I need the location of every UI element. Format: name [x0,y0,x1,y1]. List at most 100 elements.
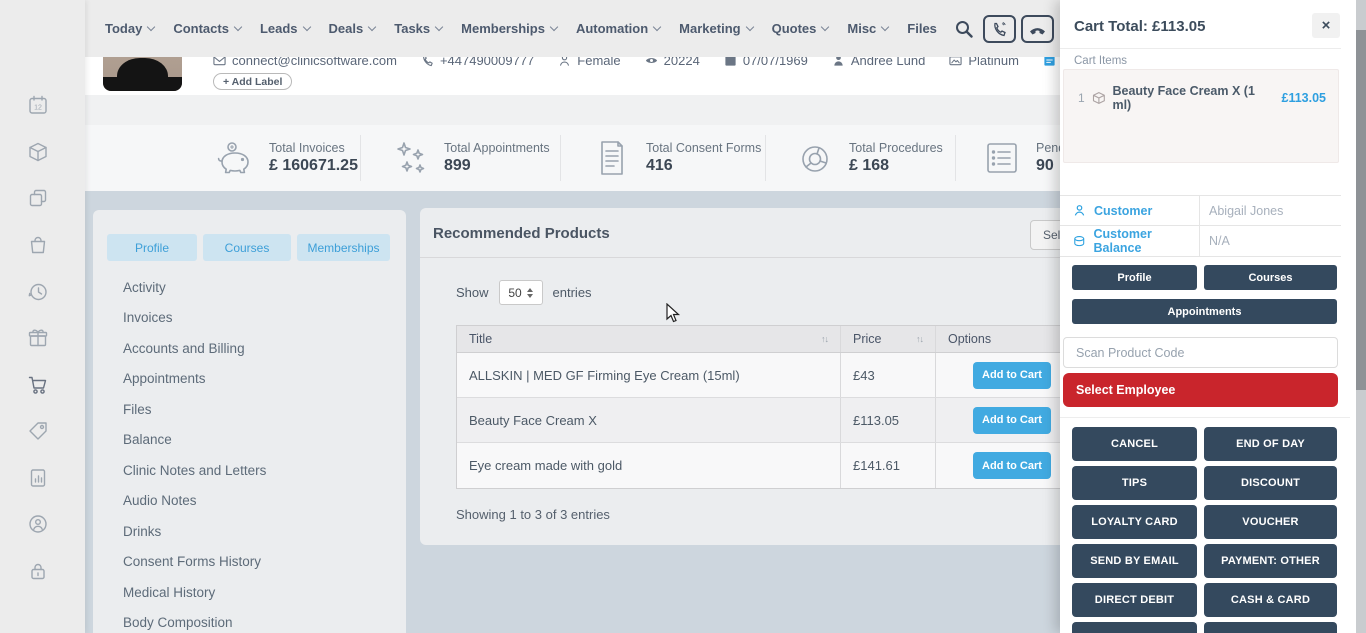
discount-button[interactable]: DISCOUNT [1204,466,1337,500]
nav-misc[interactable]: Misc [847,21,888,36]
sidebar-item-clinic-notes[interactable]: Clinic Notes and Letters [123,455,266,486]
customer-row[interactable]: Customer Abigail Jones [1060,196,1341,226]
copy-icon[interactable] [27,187,49,209]
send-by-email-button[interactable]: SEND BY EMAIL [1072,544,1197,578]
tag-icon[interactable] [27,420,49,442]
lock-icon[interactable] [27,560,49,582]
nav-deals[interactable]: Deals [329,21,376,36]
payment-other-button[interactable]: PAYMENT: OTHER [1204,544,1337,578]
stat-total-consent-forms: Total Consent Forms416 [592,138,761,178]
nav-leads[interactable]: Leads [260,21,310,36]
sort-icon[interactable]: ↑↓ [916,334,923,344]
account-icon[interactable] [27,513,49,535]
column-title[interactable]: Title↑↓ [457,326,841,352]
page-scrollbar[interactable] [1356,0,1366,633]
nav-quotes[interactable]: Quotes [772,21,829,36]
chevron-down-icon [147,23,155,31]
show-label: Show [456,285,489,300]
sidebar-item-accounts-and-billing[interactable]: Accounts and Billing [123,333,266,364]
sidebar-item-activity[interactable]: Activity [123,272,266,303]
phone-handset-button[interactable] [1021,15,1054,43]
scrollbar-thumb[interactable] [1356,30,1366,390]
sidebar-item-appointments[interactable]: Appointments [123,364,266,395]
customer-table: Customer Abigail Jones Customer Balance … [1060,195,1341,257]
cart-icon[interactable] [27,374,49,396]
gift-icon[interactable] [27,327,49,349]
select-employee-button[interactable]: Select Employee [1063,373,1338,407]
customer-label-cell: Customer [1060,196,1200,225]
nav-contacts[interactable]: Contacts [173,21,241,36]
app-screen: connect@clinicsoftware.com +447490009777… [0,0,1366,633]
card-title: Recommended Products [433,225,610,242]
stat-value: £ 160671.25 [269,157,358,175]
shopping-bag-icon[interactable] [27,234,49,256]
sort-icon[interactable]: ↑↓ [821,334,828,344]
profile-button[interactable]: Profile [1072,265,1197,290]
select-arrows-icon [527,288,533,298]
cancel-button[interactable]: CANCEL [1072,427,1197,461]
customer-value: Abigail Jones [1200,196,1341,225]
nav-marketing[interactable]: Marketing [679,21,752,36]
divider [955,135,956,181]
add-to-cart-button[interactable]: Add to Cart [973,407,1051,434]
report-icon[interactable] [27,467,49,489]
sidebar-item-consent-forms-history[interactable]: Consent Forms History [123,547,266,578]
nav-files[interactable]: Files [907,21,937,36]
profile-section-list: Activity Invoices Accounts and Billing A… [123,272,266,633]
direct-debit-button[interactable]: DIRECT DEBIT [1072,583,1197,617]
clipped-button[interactable] [1204,622,1337,633]
add-to-cart-button[interactable]: Add to Cart [973,362,1051,389]
nav-today[interactable]: Today [105,21,154,36]
product-title-cell: Beauty Face Cream X [457,398,841,442]
sidebar-item-body-composition[interactable]: Body Composition [123,608,266,633]
item-quantity: 1 [1078,91,1085,105]
divider [1060,417,1350,418]
chevron-down-icon [821,23,829,31]
chevron-down-icon [435,23,443,31]
sidebar-item-medical-history[interactable]: Medical History [123,577,266,608]
appointments-button[interactable]: Appointments [1072,299,1337,324]
add-label-button[interactable]: + Add Label [213,73,292,90]
sidebar-item-files[interactable]: Files [123,394,266,425]
end-of-day-button[interactable]: END OF DAY [1204,427,1337,461]
phone-call-button[interactable] [983,15,1016,43]
nav-tasks[interactable]: Tasks [394,21,442,36]
column-label: Price [853,332,881,346]
nav-automation[interactable]: Automation [576,21,660,36]
column-price[interactable]: Price ↑↓ [841,326,936,352]
sidebar-item-drinks[interactable]: Drinks [123,516,266,547]
loyalty-card-button[interactable]: LOYALTY CARD [1072,505,1197,539]
piggy-bank-icon [215,138,255,178]
cash-and-card-button[interactable]: CASH & CARD [1204,583,1337,617]
tab-courses[interactable]: Courses [203,234,291,261]
coins-icon [1073,235,1086,248]
chevron-down-icon [550,23,558,31]
close-icon[interactable]: × [1312,13,1340,38]
sidebar-item-balance[interactable]: Balance [123,425,266,456]
customer-balance-row[interactable]: Customer Balance N/A [1060,226,1341,256]
stat-label: Total Procedures [849,141,943,155]
tab-profile[interactable]: Profile [107,234,197,261]
divider [360,135,361,181]
tab-memberships[interactable]: Memberships [297,234,390,261]
courses-button[interactable]: Courses [1204,265,1337,290]
sidebar-item-audio-notes[interactable]: Audio Notes [123,486,266,517]
cube-icon[interactable] [27,141,49,163]
search-icon[interactable] [955,20,973,38]
sidebar-item-invoices[interactable]: Invoices [123,303,266,334]
cart-item-row[interactable]: 1 Beauty Face Cream X (1 ml) £113.05 [1064,70,1338,112]
page-size-select[interactable]: 50 [499,280,543,305]
cart-items-label: Cart Items [1074,55,1127,67]
tips-button[interactable]: TIPS [1072,466,1197,500]
history-icon[interactable] [27,281,49,303]
nav-label: Leads [260,21,298,36]
voucher-button[interactable]: VOUCHER [1204,505,1337,539]
mouse-cursor [666,303,682,325]
scan-product-code-input[interactable] [1063,337,1338,368]
add-to-cart-button[interactable]: Add to Cart [973,452,1051,479]
calendar-icon[interactable]: 12 [27,94,49,116]
clipped-button[interactable] [1072,622,1197,633]
nav-memberships[interactable]: Memberships [461,21,557,36]
divider [1060,48,1341,49]
chevron-down-icon [234,23,242,31]
